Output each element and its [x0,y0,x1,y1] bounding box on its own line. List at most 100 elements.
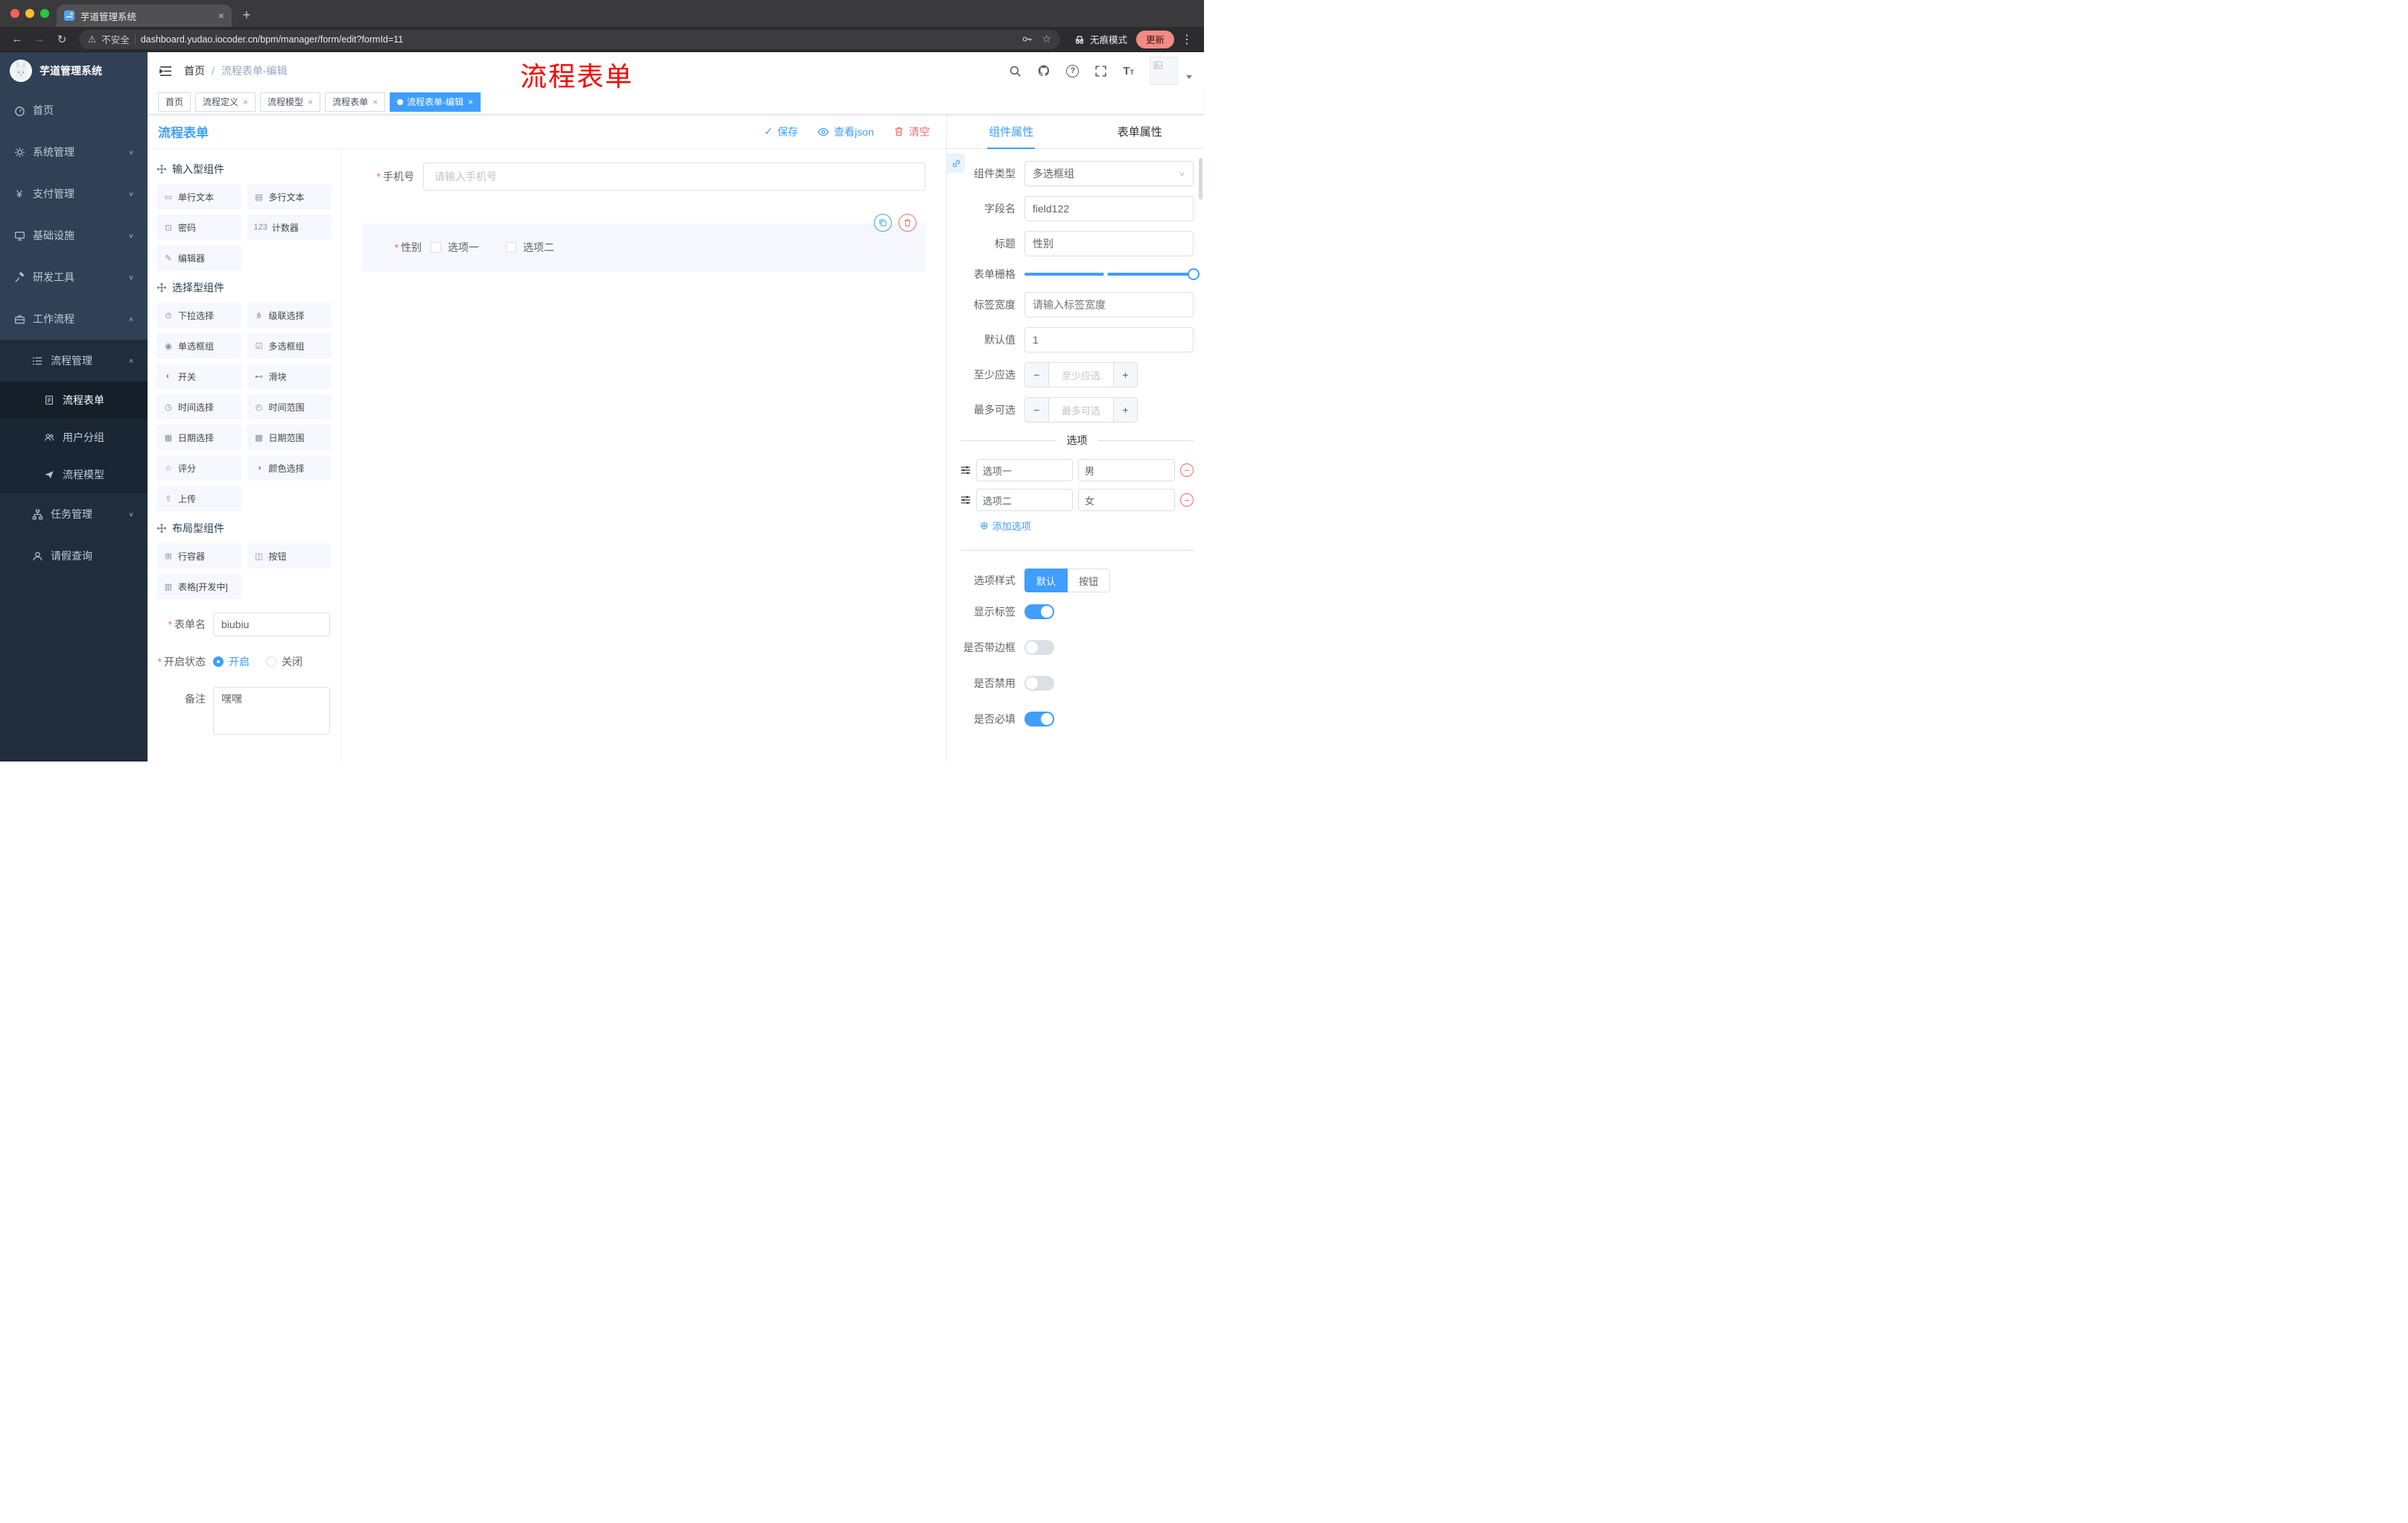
palette-item-upload[interactable]: ⇧ 上传 [156,486,241,511]
style-button-button[interactable]: 按钮 [1068,569,1111,592]
palette-item-rate[interactable]: ☆ 评分 [156,455,241,481]
browser-update-button[interactable]: 更新 [1135,30,1174,48]
form-remark-textarea[interactable]: 嘿嘿 [213,687,330,735]
hamburger-icon[interactable] [159,66,172,77]
option-label-input[interactable] [976,489,1073,511]
style-default-button[interactable]: 默认 [1024,569,1068,592]
default-value-input[interactable] [1024,327,1194,352]
option-drag-icon[interactable] [960,495,971,505]
phone-input[interactable]: 请输入手机号 [423,162,925,191]
breadcrumb-home[interactable]: 首页 [184,63,205,78]
component-type-select[interactable]: 多选框组 ∨ [1024,161,1194,186]
clear-button[interactable]: 清空 [893,124,930,139]
option-drag-icon[interactable] [960,465,971,475]
tag-close-icon[interactable]: × [373,97,378,107]
status-radio-off[interactable]: 关闭 [266,650,302,674]
save-button[interactable]: ✓ 保存 [764,124,799,139]
palette-item-time-picker[interactable]: ◷ 时间选择 [156,394,241,419]
view-json-button[interactable]: 查看json [817,124,874,139]
grid-slider[interactable] [1024,266,1200,282]
tag-process-definition[interactable]: 流程定义 × [195,92,256,112]
canvas-field-gender-selected[interactable]: * 性别 选项一 选项二 [362,214,925,271]
sidebar-item-system[interactable]: 系统管理 ∨ [0,131,148,173]
fullscreen-icon[interactable] [1094,65,1107,77]
tag-process-form-edit[interactable]: 流程表单-编辑 × [390,92,481,112]
palette-item-password[interactable]: ⊡ 密码 [156,215,241,240]
sidebar-item-home[interactable]: 首页 [0,89,148,131]
slider-track[interactable] [1024,268,1200,280]
palette-item-slider[interactable]: ⊷ 滑块 [247,364,332,389]
tag-close-icon[interactable]: × [308,97,313,107]
palette-item-editor[interactable]: ✎ 编辑器 [156,245,241,270]
palette-item-single-line-text[interactable]: ▭ 单行文本 [156,184,241,209]
field-name-input[interactable] [1024,196,1194,221]
add-option-button[interactable]: ⊕ 添加选项 [980,519,1194,533]
palette-item-multi-line-text[interactable]: ▤ 多行文本 [247,184,332,209]
checkbox[interactable] [431,242,441,253]
sidebar-item-infrastructure[interactable]: 基础设施 ∨ [0,215,148,256]
stepper-minus-button[interactable]: − [1025,398,1049,422]
tab-close-icon[interactable]: × [218,10,224,22]
show-label-toggle[interactable] [1024,604,1054,619]
sidebar-item-payment[interactable]: ¥ 支付管理 ∨ [0,173,148,215]
remove-option-button[interactable]: − [1180,493,1194,507]
tag-close-icon[interactable]: × [468,97,473,107]
sidebar-item-process-management[interactable]: 流程管理 ∧ [0,340,148,381]
palette-item-button[interactable]: ◫ 按钮 [247,543,332,569]
palette-item-cascader[interactable]: ⋔ 级联选择 [247,303,332,328]
gender-checkbox-option2[interactable]: 选项二 [506,240,554,255]
browser-menu-icon[interactable]: ⋮ [1177,32,1197,47]
label-width-input[interactable] [1024,292,1194,317]
palette-item-date-picker[interactable]: ▦ 日期选择 [156,425,241,450]
option-label-input[interactable] [976,459,1073,481]
palette-item-checkbox-group[interactable]: ☑ 多选框组 [247,333,332,358]
tab-component-props[interactable]: 组件属性 [947,115,1076,148]
window-maximize-button[interactable] [40,9,49,18]
min-select-placeholder[interactable]: 至少应选 [1049,363,1113,387]
palette-item-counter[interactable]: 123 计数器 [247,215,332,240]
stepper-minus-button[interactable]: − [1025,363,1049,387]
reload-icon[interactable]: ↻ [52,30,72,49]
link-icon[interactable] [947,153,965,173]
tab-form-props[interactable]: 表单属性 [1076,115,1205,148]
scrollbar-thumb[interactable] [1199,158,1203,200]
required-toggle[interactable] [1024,712,1054,726]
sidebar-item-devtools[interactable]: 研发工具 ∨ [0,256,148,298]
new-tab-button[interactable]: + [236,4,257,25]
user-avatar[interactable] [1150,57,1178,85]
palette-item-select[interactable]: ⊙ 下拉选择 [156,303,241,328]
sidebar-item-process-form[interactable]: 流程表单 [0,381,148,419]
font-size-icon[interactable]: TT [1123,66,1134,77]
slider-handle[interactable] [1188,268,1200,280]
canvas-field-phone[interactable]: * 手机号 请输入手机号 [362,162,925,191]
sidebar-item-process-model[interactable]: 流程模型 [0,456,148,493]
status-radio-on[interactable]: 开启 [213,650,250,674]
sidebar-item-user-group[interactable]: 用户分组 [0,419,148,456]
browser-tab[interactable]: 芋道管理系统 × [57,4,232,27]
copy-component-button[interactable] [874,214,892,232]
option-value-input[interactable] [1078,489,1175,511]
stepper-plus-button[interactable]: + [1113,363,1137,387]
title-input[interactable] [1024,231,1194,256]
palette-item-table[interactable]: ▥ 表格[开发中] [156,574,241,599]
palette-item-switch[interactable]: ◐ 开关 [156,364,241,389]
tag-process-form[interactable]: 流程表单 × [325,92,386,112]
sidebar-item-workflow[interactable]: 工作流程 ∧ [0,298,148,340]
window-minimize-button[interactable] [25,9,34,18]
tag-process-model[interactable]: 流程模型 × [260,92,321,112]
tag-home[interactable]: 首页 [158,92,191,112]
option-value-input[interactable] [1078,459,1175,481]
design-canvas[interactable]: * 手机号 请输入手机号 * 性别 选项一 选项二 [341,149,946,762]
sidebar-item-task-management[interactable]: 任务管理 ∨ [0,493,148,535]
help-icon[interactable]: ? [1066,64,1080,77]
remove-option-button[interactable]: − [1180,463,1194,477]
sidebar-item-leave-query[interactable]: 请假查询 [0,535,148,577]
palette-item-row-container[interactable]: ⊞ 行容器 [156,543,241,569]
avatar-caret-icon[interactable] [1186,75,1192,79]
palette-item-color-picker[interactable]: ◑ 颜色选择 [247,455,332,481]
palette-item-radio-group[interactable]: ◉ 单选框组 [156,333,241,358]
max-select-placeholder[interactable]: 最多可选 [1049,398,1113,422]
back-icon[interactable]: ← [7,30,27,49]
password-key-icon[interactable] [1021,34,1033,45]
checkbox[interactable] [506,242,516,253]
